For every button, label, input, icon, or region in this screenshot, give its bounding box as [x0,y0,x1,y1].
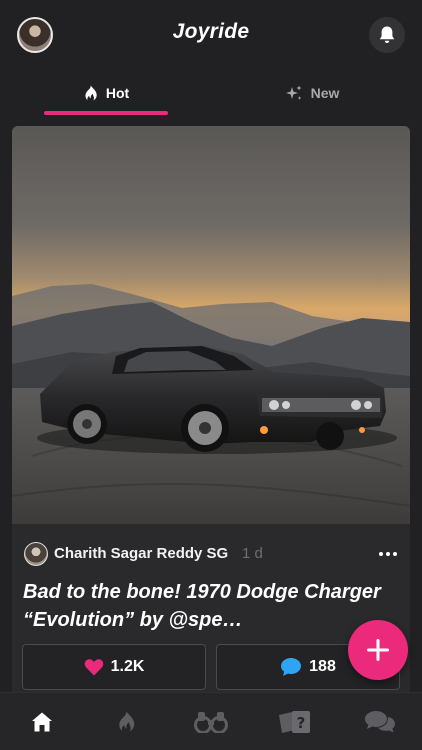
flame-icon [85,85,97,100]
bottom-nav: ? [0,692,422,750]
heart-icon [84,659,103,676]
create-post-button[interactable] [348,620,408,680]
nav-hot[interactable] [84,693,168,750]
feed-tabs: Hot New [0,70,422,118]
question-cards-icon: ? [279,711,310,733]
svg-text:?: ? [297,714,306,732]
binoculars-icon [194,712,228,733]
car-photo[interactable] [12,126,410,524]
notifications-button[interactable] [369,17,405,53]
comment-count: 188 [309,658,336,675]
author-name[interactable]: Charith Sagar Reddy SG [54,545,228,562]
post-author-row: Charith Sagar Reddy SG 1 d [12,538,410,570]
plus-icon [367,639,389,661]
nav-home[interactable] [0,693,84,750]
author-avatar[interactable] [24,542,48,566]
tab-new[interactable]: New [250,70,374,116]
nav-explore[interactable] [169,693,253,750]
app-header: Joyride [0,0,422,70]
more-options-button[interactable] [376,544,400,564]
nav-questions[interactable]: ? [253,693,337,750]
tab-new-label: New [310,85,340,101]
comment-bubble-icon [281,658,302,676]
like-count: 1.2K [110,658,145,675]
dot-icon [386,552,390,556]
active-tab-indicator [44,111,168,115]
like-button[interactable]: 1.2K [22,644,206,690]
post-age: 1 d [242,545,263,562]
dot-icon [393,552,397,556]
post-title[interactable]: Bad to the bone! 1970 Dodge Charger “Evo… [23,578,407,634]
home-icon [32,712,52,732]
bell-icon [379,26,395,43]
sparkle-icon [285,85,302,100]
app-title: Joyride [172,20,250,43]
tab-hot[interactable]: Hot [44,70,168,116]
nav-chat[interactable] [338,693,422,750]
tab-hot-label: Hot [105,85,130,101]
dot-icon [379,552,383,556]
chat-bubbles-icon [365,711,395,733]
flame-icon [119,711,135,732]
